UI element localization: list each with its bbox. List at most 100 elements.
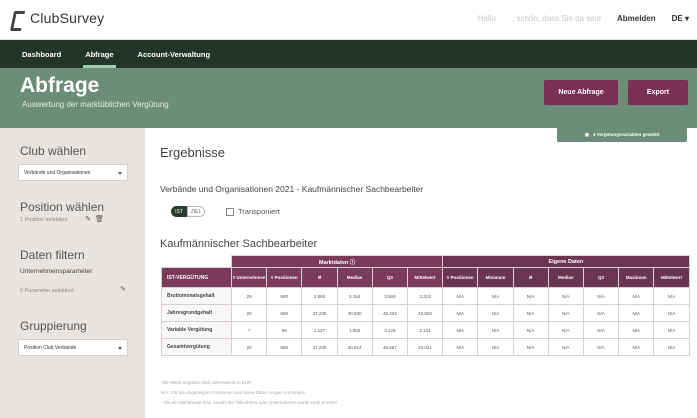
market-cell: 26 [230, 338, 268, 356]
own-cell: N/A [653, 287, 690, 305]
variables-button[interactable]: ▣ 4 Vergütungsvariablen gewählt [557, 127, 687, 142]
own-cell: N/A [618, 338, 655, 356]
market-cell: 2.886 [301, 287, 338, 305]
market-cell: 40.500 [336, 304, 373, 322]
transpose-option[interactable]: Transponiert [226, 207, 280, 216]
market-col-header: Ø [301, 267, 338, 288]
filter-sidebar: Club wählen Verbände und Organisationen … [0, 128, 145, 418]
nav-dashboard[interactable]: Dashboard [22, 40, 61, 68]
market-cell: 2.131 [406, 321, 444, 339]
app-logo[interactable]: ClubSurvey [10, 10, 104, 26]
market-col-header: Q3 [371, 267, 408, 288]
table-title: Kaufmännischer Sachbearbeiter [160, 238, 318, 250]
market-cell: 3.154 [336, 287, 373, 305]
page-subtitle: Auswertung der marktüblichen Vergütung [22, 100, 169, 109]
table-row: Variable Vergütung 7 56 1.127 1.960 3.125 2.13… [161, 321, 690, 339]
row-label: Gesamtvergütung [161, 338, 232, 356]
own-cell: N/A [442, 338, 479, 356]
new-query-button[interactable]: Neue Abfrage [544, 80, 618, 105]
market-col-header: Mittelwert [406, 267, 444, 288]
market-cell: 29 [230, 287, 268, 305]
transpose-label: Transponiert [238, 207, 280, 216]
page-header: Abfrage Auswertung der marktüblichen Ver… [0, 68, 697, 128]
own-cell: N/A [618, 287, 655, 305]
market-col-header: # Unternehmen [230, 267, 268, 288]
own-cell: N/A [618, 304, 655, 322]
market-cell: 43.021 [406, 338, 444, 356]
logout-link[interactable]: Abmelden [617, 14, 656, 23]
delete-icon[interactable]: 🗑 [95, 215, 104, 223]
market-cell: 46.567 [371, 338, 408, 356]
market-col-header: # Positionen [266, 267, 303, 288]
own-col-header: # Positionen [442, 267, 479, 288]
footnote: - Die ein Marktbreite bzw. Anzahl der Te… [161, 400, 337, 405]
own-col-header: Mittelwert [653, 267, 690, 288]
own-cell: N/A [582, 287, 620, 305]
ist-ziel-toggle[interactable]: IST ZIEL [171, 206, 205, 217]
market-cell: 7 [230, 321, 268, 339]
results-heading: Ergebnisse [160, 145, 226, 160]
own-cell: N/A [442, 304, 479, 322]
nav-abfrage[interactable]: Abfrage [83, 40, 116, 68]
export-button[interactable]: Export [628, 80, 688, 105]
table-corner [161, 255, 232, 268]
toggle-ist[interactable]: IST [171, 206, 187, 217]
table-row: Jahresgrundgehalt 29 680 37.230 40.500 45.434… [161, 304, 690, 322]
own-col-header: Maximum [618, 267, 655, 288]
market-cell: 37.230 [301, 304, 338, 322]
company-params-label: Unternehmensparameter [20, 268, 93, 275]
chevron-down-icon [118, 172, 122, 175]
market-cell: 45.434 [371, 304, 408, 322]
results-panel: ▣ 4 Vergütungsvariablen gewählt Ergebnis… [145, 127, 697, 418]
own-cell: N/A [547, 287, 584, 305]
nav-account-verwaltung[interactable]: Account-Verwaltung [138, 40, 211, 68]
market-cell: 680 [266, 304, 303, 322]
transpose-checkbox[interactable] [226, 207, 234, 216]
own-cell: N/A [582, 338, 620, 356]
results-subtitle: Verbände und Organisationen 2021 - Kaufm… [160, 184, 424, 194]
params-count: 0 Parameter selektiert [20, 288, 74, 294]
club-select[interactable]: Verbände und Organisationen [18, 164, 128, 181]
user-area: Hallo , schön, dass Sie da sind Abmelden… [478, 14, 689, 23]
market-col-header: Median [336, 267, 373, 288]
results-table: Marktdaten ⓘ Eigene Daten IST-VERGÜTUNG … [161, 255, 690, 356]
own-cell: N/A [477, 287, 514, 305]
own-cell: N/A [512, 304, 549, 322]
market-cell: 37.230 [301, 338, 338, 356]
club-survey-logo-icon [10, 10, 24, 26]
market-data-group[interactable]: Marktdaten ⓘ [230, 255, 444, 268]
greeting-hello: Hallo [477, 14, 497, 23]
market-cell: 1.960 [336, 321, 373, 339]
own-cell: N/A [512, 287, 549, 305]
market-cell: 3.313 [406, 287, 444, 305]
table-row: Gesamtvergütung 26 680 37.230 40.914 46.567 43… [161, 338, 690, 356]
variables-button-label: 4 Vergütungsvariablen gewählt [592, 132, 660, 137]
main-nav: Dashboard Abfrage Account-Verwaltung [0, 40, 697, 68]
row-label: Jahresgrundgehalt [161, 304, 232, 322]
language-selector[interactable]: DE ▾ [672, 14, 689, 23]
edit-params-icon[interactable]: ✎ [120, 285, 126, 293]
position-heading: Position wählen [20, 200, 105, 214]
market-cell: 40.914 [336, 338, 373, 356]
position-count: 1 Position selektiert [20, 217, 68, 223]
page-title: Abfrage [20, 74, 100, 97]
group-select[interactable]: Position Club Verbände [18, 339, 128, 356]
own-cell: N/A [512, 321, 549, 339]
footnote: N/A: Für die angezeigten Parameter sind … [161, 390, 306, 395]
own-col-header: Ø [512, 267, 549, 288]
own-cell: N/A [547, 321, 584, 339]
row-header: IST-VERGÜTUNG [161, 267, 232, 288]
market-cell: 3.569 [371, 287, 408, 305]
own-cell: N/A [547, 338, 584, 356]
table-row: Bruttomonatsgehalt 29 680 2.886 3.154 3.569 3.… [161, 287, 690, 305]
footnote: Alle Werte angaben sind Jahreswerte in E… [161, 380, 252, 385]
own-cell: N/A [582, 321, 620, 339]
own-cell: N/A [512, 338, 549, 356]
club-select-value: Verbände und Organisationen [24, 169, 91, 176]
toggle-ziel[interactable]: ZIEL [187, 206, 205, 217]
app-name: ClubSurvey [30, 10, 105, 26]
club-heading: Club wählen [20, 144, 87, 158]
market-cell: 680 [266, 338, 303, 356]
market-cell: 3.125 [371, 321, 408, 339]
edit-icon[interactable]: ✎ [85, 215, 91, 223]
